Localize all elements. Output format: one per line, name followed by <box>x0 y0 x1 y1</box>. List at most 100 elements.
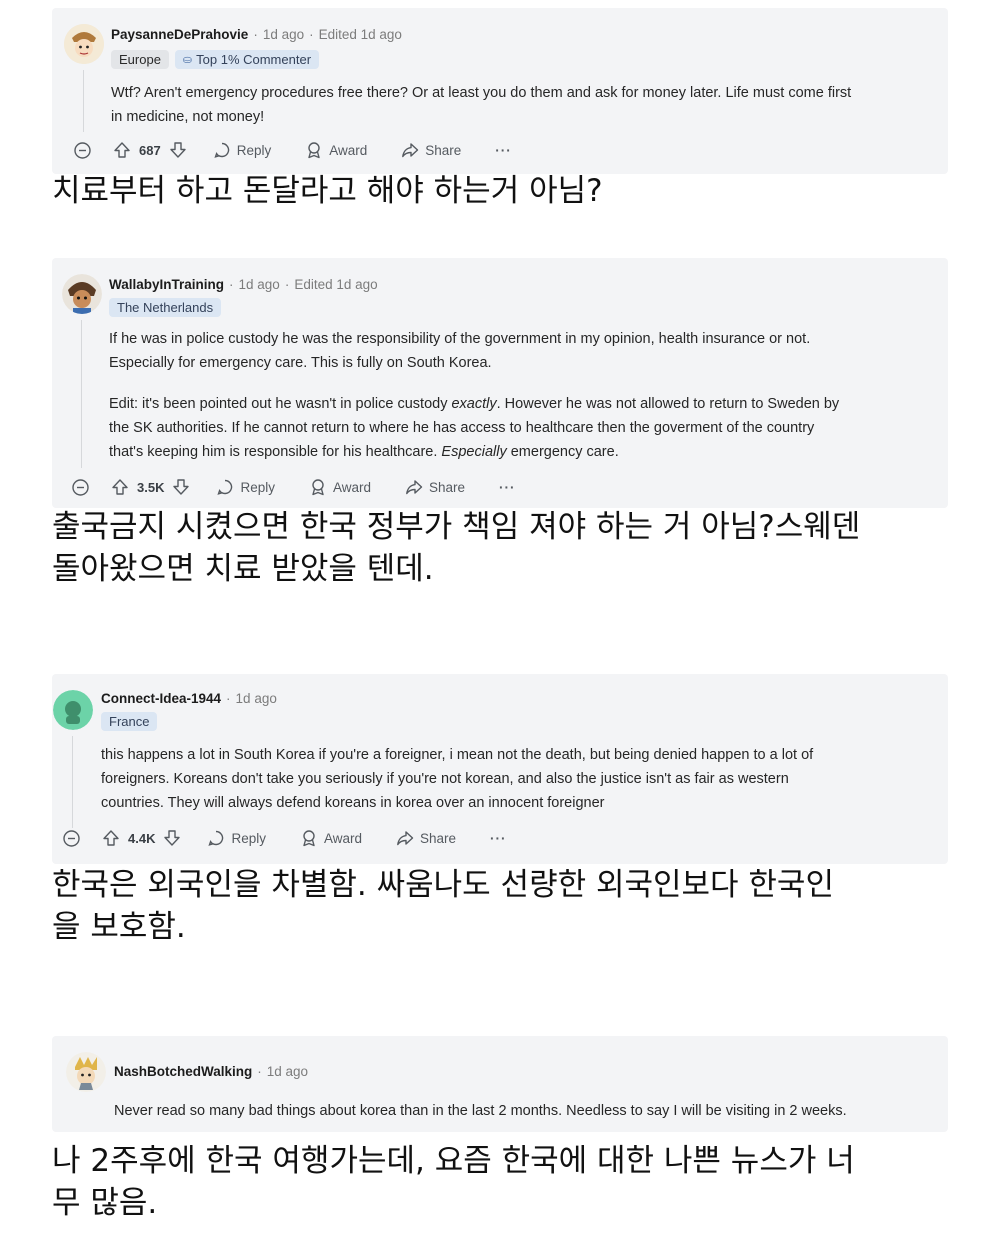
more-icon[interactable]: ··· <box>490 831 507 846</box>
user-avatar[interactable] <box>64 24 104 64</box>
korean-translation: 치료부터 하고 돈달라고 해야 하는거 아님? <box>52 170 603 212</box>
award-label: Award <box>329 142 368 158</box>
comment-paragraph: Never read so many bad things about kore… <box>114 1099 847 1123</box>
user-flair: France <box>101 712 158 731</box>
vote-count: 687 <box>139 142 161 158</box>
timestamp[interactable]: 1d ago <box>267 1064 308 1079</box>
share-label: Share <box>420 830 457 846</box>
text-line: Wtf? Aren't emergency procedures free th… <box>111 85 852 101</box>
text-line: foreigners. Koreans don't take you serio… <box>101 771 789 787</box>
share-icon <box>402 143 419 158</box>
vote-count: 4.4K <box>128 830 156 846</box>
timestamp[interactable]: 1d ago <box>263 27 304 42</box>
timestamp[interactable]: 1d ago <box>236 691 277 706</box>
user-avatar[interactable] <box>66 1052 106 1092</box>
downvote-icon[interactable] <box>163 829 181 847</box>
comment-paragraph: Edit: it's been pointed out he wasn't in… <box>109 392 839 464</box>
share-button[interactable]: Share <box>396 829 456 847</box>
comment-body: Never read so many bad things about kore… <box>114 1099 847 1123</box>
translation-line: 무 많음. <box>52 1185 158 1221</box>
downvote-icon[interactable] <box>172 478 190 496</box>
translation-line: 한국은 외국인을 차별함. 싸움나도 선량한 외국인보다 한국인 <box>52 867 834 903</box>
top-commenter-icon: ⛀ <box>182 54 193 66</box>
share-button[interactable]: Share <box>405 478 465 496</box>
translation-line: 을 보호함. <box>52 909 186 945</box>
share-icon <box>397 831 414 846</box>
comment-paragraph: Wtf? Aren't emergency procedures free th… <box>111 81 851 129</box>
text-line: If he was in police custody he was the r… <box>109 331 811 347</box>
user-flairs: Europe ⛀ Top 1% Commenter <box>111 50 320 69</box>
separator-dot: · <box>257 1064 262 1079</box>
text-line: countries. They will always defend korea… <box>101 795 605 811</box>
korean-translation: 출국금지 시켰으면 한국 정부가 책임 져야 하는 거 아님?스웨덴 돌아왔으면… <box>52 506 860 590</box>
korean-translation: 한국은 외국인을 차별함. 싸움나도 선량한 외국인보다 한국인 을 보호함. <box>52 864 834 948</box>
upvote-icon[interactable] <box>113 141 131 159</box>
collapse-icon[interactable] <box>74 141 91 159</box>
reply-icon <box>217 479 233 495</box>
translation-line: 나 2주후에 한국 여행가는데, 요즘 한국에 대한 나쁜 뉴스가 너 <box>52 1143 855 1179</box>
thread-line <box>72 736 73 828</box>
text-line: in medicine, not money! <box>111 109 265 125</box>
edited-label: Edited 1d ago <box>294 277 378 292</box>
text-line: Edit: it's been pointed out he wasn't in… <box>109 396 840 412</box>
comment-meta: NashBotchedWalking · 1d ago <box>114 1064 308 1079</box>
comment-actions: 3.5K Reply Award Share ··· <box>72 478 516 496</box>
user-avatar[interactable] <box>62 274 102 314</box>
translation-line: 돌아왔으면 치료 받았을 텐데. <box>52 551 434 587</box>
user-flairs: France <box>101 712 158 731</box>
separator-dot: · <box>284 277 290 292</box>
comment-meta: Connect-Idea-1944 · 1d ago <box>101 691 277 706</box>
edited-label: Edited 1d ago <box>318 27 402 42</box>
downvote-icon[interactable] <box>169 141 187 159</box>
top-commenter-flair: ⛀ Top 1% Commenter <box>174 50 320 69</box>
text-line: this happens a lot in South Korea if you… <box>101 747 814 763</box>
award-button[interactable]: Award <box>309 478 371 496</box>
more-icon[interactable]: ··· <box>499 480 516 495</box>
separator-dot: · <box>253 27 258 42</box>
more-icon[interactable]: ··· <box>495 143 512 158</box>
award-icon <box>312 479 324 496</box>
award-icon <box>308 142 320 159</box>
username[interactable]: NashBotchedWalking <box>114 1064 252 1079</box>
upvote-icon[interactable] <box>111 478 129 496</box>
vote-count: 3.5K <box>137 479 165 495</box>
user-flair: The Netherlands <box>109 298 222 317</box>
username[interactable]: Connect-Idea-1944 <box>101 691 221 706</box>
share-icon <box>406 480 423 495</box>
text-line: Never read so many bad things about kore… <box>114 1103 847 1119</box>
award-label: Award <box>332 479 372 495</box>
reply-button[interactable]: Reply <box>216 478 275 496</box>
comment-body: this happens a lot in South Korea if you… <box>101 743 813 815</box>
flair-label: Top 1% Commenter <box>196 52 312 67</box>
award-button[interactable]: Award <box>300 829 362 847</box>
reply-label: Reply <box>240 479 275 495</box>
share-button[interactable]: Share <box>401 141 461 159</box>
translation-line: 출국금지 시켰으면 한국 정부가 책임 져야 하는 거 아님?스웨덴 <box>52 509 861 545</box>
collapse-icon[interactable] <box>72 478 89 496</box>
text-line: that's keeping him is responsible for hi… <box>109 444 619 460</box>
separator-dot: · <box>229 277 234 292</box>
translation-line: 치료부터 하고 돈달라고 해야 하는거 아님? <box>52 173 603 209</box>
reply-icon <box>208 830 224 846</box>
comment-paragraph: this happens a lot in South Korea if you… <box>101 743 813 815</box>
reply-icon <box>214 142 229 158</box>
reply-button[interactable]: Reply <box>213 141 272 159</box>
timestamp[interactable]: 1d ago <box>239 277 280 292</box>
award-button[interactable]: Award <box>305 141 367 159</box>
reply-label: Reply <box>231 830 266 846</box>
user-avatar[interactable] <box>53 690 93 730</box>
text-line: the SK authorities. If he cannot return … <box>109 420 815 436</box>
comment-actions: 4.4K Reply Award Share ··· <box>63 829 507 847</box>
upvote-icon[interactable] <box>102 829 120 847</box>
comment-actions: 687 Reply Award Share ··· <box>74 141 512 159</box>
comment-body: If he was in police custody he was the r… <box>109 327 839 464</box>
award-label: Award <box>323 830 363 846</box>
username[interactable]: PaysanneDePrahovie <box>111 27 248 42</box>
collapse-icon[interactable] <box>63 829 80 847</box>
reply-label: Reply <box>236 142 272 158</box>
username[interactable]: WallabyInTraining <box>109 277 224 292</box>
comment-meta: WallabyInTraining · 1d ago · Edited 1d a… <box>109 277 378 292</box>
thread-line <box>81 320 82 468</box>
share-label: Share <box>429 479 466 495</box>
reply-button[interactable]: Reply <box>207 829 266 847</box>
